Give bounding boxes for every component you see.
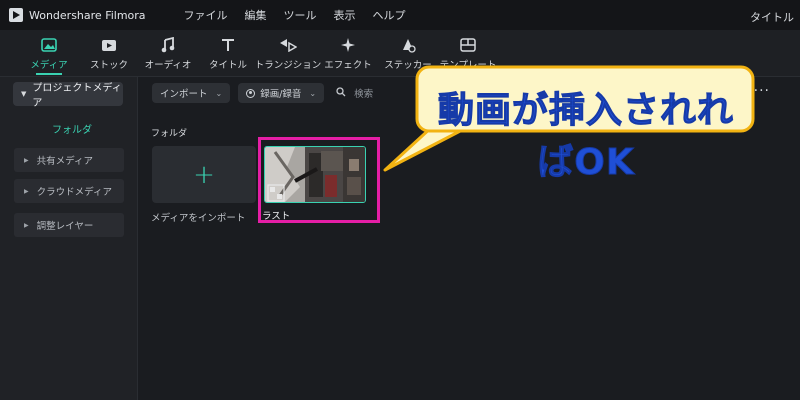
- callout-bubble: [383, 65, 755, 172]
- callout-text: 動画が挿入されればOK: [437, 90, 734, 184]
